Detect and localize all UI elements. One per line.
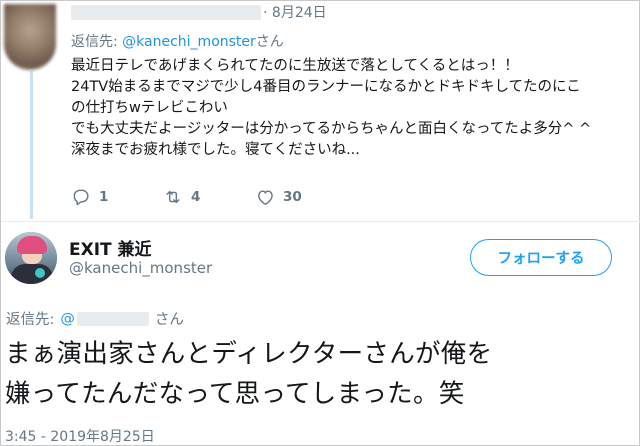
retweet-count: 4 xyxy=(191,189,201,205)
avatar-body xyxy=(11,264,53,284)
main-text-line: 嫌ってたんだなって思ってしまった。笑 xyxy=(5,379,465,409)
blurred-username xyxy=(71,5,261,20)
user-handle[interactable]: @kanechi_monster xyxy=(69,259,212,277)
reply-to-mention-link[interactable]: @kanechi_monster xyxy=(122,34,256,50)
display-name[interactable]: EXIT 兼近 xyxy=(69,235,152,260)
reply-to-mention-link[interactable]: @ xyxy=(60,311,75,327)
thread-connector-line xyxy=(30,71,33,219)
avatar-pink-hair xyxy=(17,236,47,254)
main-reply-to: 返信先: @ さん xyxy=(6,308,184,329)
tweet-timestamp[interactable]: 3:45 - 2019年8月25日 xyxy=(5,426,155,446)
reply-to-suffix: さん xyxy=(154,312,184,328)
reply-to-suffix: さん xyxy=(255,34,284,50)
avatar[interactable] xyxy=(5,232,57,284)
like-button[interactable]: 30 xyxy=(255,187,302,207)
reply-to-label: 返信先: xyxy=(6,312,55,328)
main-tweet-text: まぁ演出家さんとディレクターさんが俺を 嫌ってたんだなって思ってしまった。笑 xyxy=(5,334,635,414)
tweet-divider xyxy=(1,221,640,222)
blurred-avatar[interactable] xyxy=(4,4,56,70)
tweet-screenshot: · 8月24日 返信先: @kanechi_monsterさん 最近日テレであげ… xyxy=(0,0,640,446)
parent-tweet-actions: 1 4 30 xyxy=(71,185,302,209)
reply-icon xyxy=(73,189,89,206)
retweet-button[interactable]: 4 xyxy=(163,187,255,207)
parent-text-line: 深夜までお疲れ様でした。寝てくださいね... xyxy=(71,142,360,158)
parent-tweet-date[interactable]: · 8月24日 xyxy=(263,2,327,22)
avatar-accent xyxy=(35,268,45,278)
follow-button[interactable]: フォローする xyxy=(470,239,612,276)
reply-count: 1 xyxy=(99,189,109,205)
blurred-mention-name xyxy=(76,311,149,326)
reply-button[interactable]: 1 xyxy=(71,187,163,207)
heart-icon xyxy=(258,190,273,205)
parent-text-line: 最近日テレであげまくられてたのに生放送で落としてくるとはっ！！ xyxy=(71,58,519,74)
parent-text-line: でも大丈夫だよージッターは分かってるからちゃんと面白くなってたよ多分^ ^ xyxy=(71,121,592,137)
parent-tweet-text: 最近日テレであげまくられてたのに生放送で落としてくるとはっ！！ 24TV始まるま… xyxy=(71,56,631,161)
parent-reply-to: 返信先: @kanechi_monsterさん xyxy=(71,31,284,51)
like-count: 30 xyxy=(283,189,302,205)
main-text-line: まぁ演出家さんとディレクターさんが俺を xyxy=(5,339,493,369)
parent-text-line: 24TV始まるまでマジで少し4番目のランナーになるかとドキドキしてたのにこ xyxy=(71,79,581,95)
retweet-icon xyxy=(166,190,180,204)
reply-to-label: 返信先: xyxy=(71,34,118,50)
parent-text-line: の仕打ちwテレビこわい xyxy=(71,100,228,116)
